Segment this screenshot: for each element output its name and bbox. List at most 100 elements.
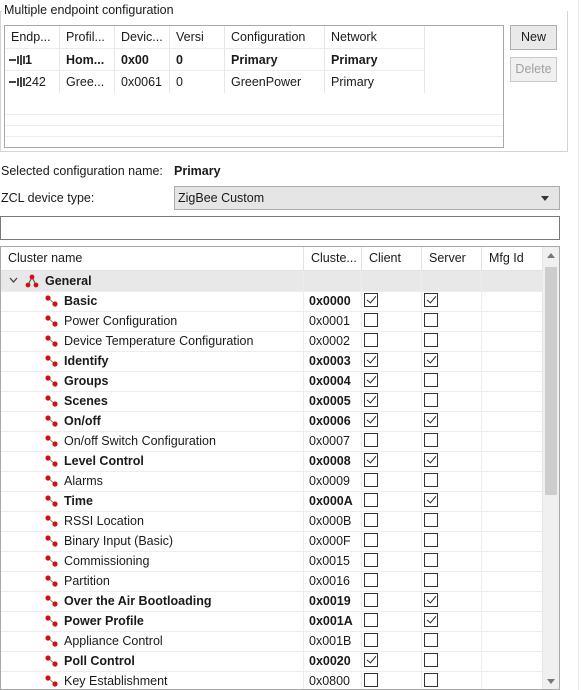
client-checkbox[interactable] <box>364 333 378 347</box>
server-checkbox[interactable] <box>424 673 438 687</box>
cluster-name-cell: Over the Air Bootloading <box>1 591 304 611</box>
delete-endpoint-button[interactable]: Delete <box>510 57 557 82</box>
cluster-name: Commissioning <box>64 554 150 568</box>
server-checkbox[interactable] <box>424 553 438 567</box>
cluster-table[interactable]: Cluster name Cluste... Client Server Mfg Id … <box>0 246 560 690</box>
new-endpoint-button[interactable]: New <box>510 25 557 50</box>
cluster-header-cell[interactable]: Client <box>362 247 422 270</box>
endpoint-row[interactable]: 1 Hom... 0x00 0 Primary Primary <box>5 48 425 71</box>
cluster-row[interactable]: Groups 0x0004 <box>1 371 543 392</box>
client-checkbox[interactable] <box>364 573 378 587</box>
client-checkbox[interactable] <box>364 593 378 607</box>
cluster-row[interactable]: Commissioning 0x0015 <box>1 551 543 572</box>
server-checkbox[interactable] <box>424 613 438 627</box>
cluster-row[interactable]: Scenes 0x0005 <box>1 391 543 412</box>
server-checkbox[interactable] <box>424 293 438 307</box>
mfg-id-cell <box>482 651 543 671</box>
endpoint-header-cell[interactable]: Network <box>325 26 425 48</box>
client-checkbox[interactable] <box>364 513 378 527</box>
client-checkbox[interactable] <box>364 653 378 667</box>
client-checkbox[interactable] <box>364 453 378 467</box>
cluster-row[interactable]: Appliance Control 0x001B <box>1 631 543 652</box>
cluster-id: 0x0008 <box>304 451 362 471</box>
server-checkbox[interactable] <box>424 313 438 327</box>
device-type-select[interactable]: ZigBee Custom <box>174 186 560 210</box>
server-checkbox[interactable] <box>424 593 438 607</box>
cluster-name-cell: Identify <box>1 351 304 371</box>
scroll-down-icon[interactable] <box>547 679 555 684</box>
cluster-row[interactable]: Binary Input (Basic) 0x000F <box>1 531 543 552</box>
cluster-row[interactable]: Identify 0x0003 <box>1 351 543 372</box>
client-checkbox[interactable] <box>364 293 378 307</box>
cluster-header-cell[interactable]: Cluster name <box>1 247 304 270</box>
endpoint-empty-row-line <box>5 125 503 126</box>
collapse-chevron-icon[interactable] <box>9 277 18 285</box>
cluster-name: Time <box>64 494 93 508</box>
client-checkbox[interactable] <box>364 673 378 687</box>
cluster-row[interactable]: RSSI Location 0x000B <box>1 511 543 532</box>
client-checkbox[interactable] <box>364 633 378 647</box>
server-checkbox[interactable] <box>424 453 438 467</box>
server-checkbox[interactable] <box>424 333 438 347</box>
cluster-icon <box>45 315 58 327</box>
server-checkbox[interactable] <box>424 413 438 427</box>
client-checkbox[interactable] <box>364 613 378 627</box>
cluster-row[interactable]: On/off Switch Configuration 0x0007 <box>1 431 543 452</box>
cluster-row[interactable]: Level Control 0x0008 <box>1 451 543 472</box>
endpoint-header-cell[interactable]: Profil... <box>60 26 115 48</box>
cluster-group-row[interactable]: General <box>1 271 543 292</box>
client-checkbox[interactable] <box>364 313 378 327</box>
client-checkbox[interactable] <box>364 493 378 507</box>
cluster-row[interactable]: Alarms 0x0009 <box>1 471 543 492</box>
server-checkbox[interactable] <box>424 493 438 507</box>
endpoint-table[interactable]: Endp... Profil... Devic... Versi Configurati… <box>4 25 504 148</box>
server-checkbox[interactable] <box>424 473 438 487</box>
endpoint-header-cell[interactable]: Configuration <box>225 26 325 48</box>
server-checkbox[interactable] <box>424 433 438 447</box>
cluster-header-cell[interactable]: Mfg Id <box>482 247 543 270</box>
cluster-header-cell[interactable]: Cluste... <box>304 247 362 270</box>
mfg-id-cell <box>482 431 543 451</box>
client-checkbox[interactable] <box>364 473 378 487</box>
endpoint-cell: Primary <box>225 49 325 71</box>
cluster-row[interactable]: Basic 0x0000 <box>1 291 543 312</box>
client-checkbox[interactable] <box>364 533 378 547</box>
endpoint-row[interactable]: 242 Gree... 0x0061 0 GreenPower Primary <box>5 70 425 93</box>
endpoint-greenpower-icon <box>9 77 25 87</box>
client-checkbox[interactable] <box>364 373 378 387</box>
scroll-up-icon[interactable] <box>547 253 555 258</box>
cluster-row[interactable]: Power Profile 0x001A <box>1 611 543 632</box>
endpoint-id-cell: 1 <box>5 49 60 71</box>
cluster-name: Poll Control <box>64 654 135 668</box>
scrollbar-thumb[interactable] <box>545 267 557 495</box>
client-checkbox[interactable] <box>364 433 378 447</box>
cluster-row[interactable]: Time 0x000A <box>1 491 543 512</box>
server-checkbox[interactable] <box>424 633 438 647</box>
cluster-row[interactable]: Device Temperature Configuration 0x0002 <box>1 331 543 352</box>
client-checkbox[interactable] <box>364 393 378 407</box>
server-checkbox[interactable] <box>424 393 438 407</box>
server-checkbox[interactable] <box>424 353 438 367</box>
cluster-name: On/off <box>64 414 101 428</box>
endpoint-header-cell[interactable]: Devic... <box>115 26 170 48</box>
server-checkbox[interactable] <box>424 653 438 667</box>
cluster-row[interactable]: Power Configuration 0x0001 <box>1 311 543 332</box>
cluster-icon <box>45 295 58 307</box>
cluster-row[interactable]: On/off 0x0006 <box>1 411 543 432</box>
cluster-row[interactable]: Poll Control 0x0020 <box>1 651 543 672</box>
client-checkbox[interactable] <box>364 413 378 427</box>
cluster-header-cell[interactable]: Server <box>422 247 482 270</box>
server-checkbox[interactable] <box>424 373 438 387</box>
client-checkbox[interactable] <box>364 553 378 567</box>
endpoint-header-cell[interactable]: Versi <box>170 26 225 48</box>
cluster-filter-input[interactable] <box>0 216 560 240</box>
server-checkbox[interactable] <box>424 533 438 547</box>
client-checkbox[interactable] <box>364 353 378 367</box>
endpoint-header-cell[interactable]: Endp... <box>5 26 60 48</box>
server-checkbox[interactable] <box>424 513 438 527</box>
cluster-row[interactable]: Partition 0x0016 <box>1 571 543 592</box>
cluster-row[interactable]: Over the Air Bootloading 0x0019 <box>1 591 543 612</box>
server-checkbox[interactable] <box>424 573 438 587</box>
cluster-row[interactable]: Key Establishment 0x0800 <box>1 671 543 689</box>
cluster-table-scrollbar[interactable] <box>542 247 559 689</box>
